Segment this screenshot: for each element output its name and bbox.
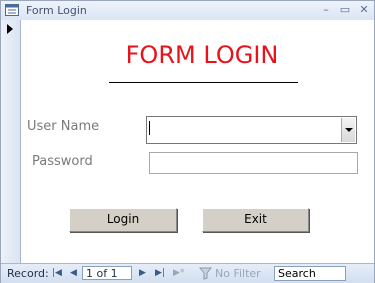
record-navigation-bar: Record: |◀ ◀ 1 of 1 ▶ ▶| ▶* No Filter Se… bbox=[1, 263, 374, 283]
previous-record-button[interactable]: ◀ bbox=[70, 268, 77, 278]
password-label: Password bbox=[32, 154, 93, 169]
first-record-button[interactable]: |◀ bbox=[52, 268, 62, 278]
new-record-button[interactable]: ▶* bbox=[173, 268, 184, 278]
login-button[interactable]: Login bbox=[69, 208, 177, 232]
text-cursor bbox=[149, 121, 150, 135]
dropdown-arrow-icon[interactable] bbox=[341, 118, 355, 142]
login-form: FORM LOGIN User Name Password Login Exit bbox=[21, 20, 374, 263]
form-login-window: Form Login – ▭ ✕ FORM LOGIN User Name Pa… bbox=[0, 0, 375, 283]
next-record-button[interactable]: ▶ bbox=[139, 268, 146, 278]
form-icon bbox=[5, 4, 19, 16]
no-filter-button[interactable]: No Filter bbox=[215, 267, 261, 280]
form-heading: FORM LOGIN bbox=[125, 41, 279, 69]
close-button[interactable]: ✕ bbox=[357, 3, 371, 17]
window-title: Form Login bbox=[26, 4, 87, 17]
current-record-field[interactable]: 1 of 1 bbox=[82, 266, 132, 280]
username-combobox[interactable] bbox=[146, 116, 357, 144]
last-record-button[interactable]: ▶| bbox=[155, 268, 165, 278]
filter-icon bbox=[199, 267, 213, 280]
exit-button[interactable]: Exit bbox=[202, 208, 309, 232]
username-label: User Name bbox=[27, 119, 100, 134]
restore-button[interactable]: ▭ bbox=[338, 3, 352, 17]
search-input[interactable]: Search bbox=[274, 266, 346, 281]
title-bar: Form Login – ▭ ✕ bbox=[1, 1, 374, 21]
password-field[interactable] bbox=[149, 152, 358, 174]
heading-underline bbox=[109, 82, 298, 83]
record-label: Record: bbox=[7, 267, 49, 280]
minimize-button[interactable]: – bbox=[319, 3, 333, 17]
current-record-arrow-icon bbox=[7, 24, 13, 34]
record-selector[interactable] bbox=[1, 20, 21, 263]
